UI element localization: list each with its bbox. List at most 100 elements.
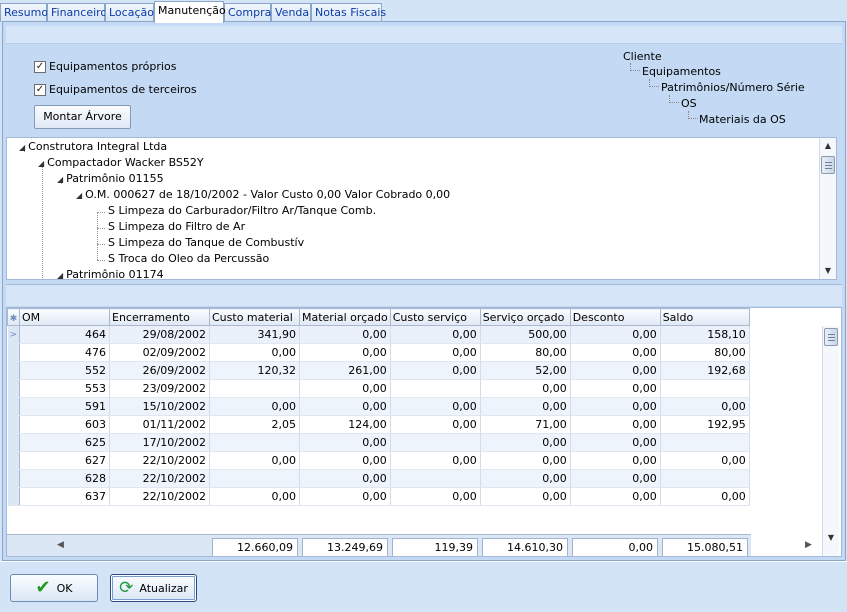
cell-material-budget[interactable]: 0,00 [299,469,391,488]
cell-service-cost[interactable] [390,379,481,398]
cell-service-budget[interactable]: 80,00 [480,343,571,362]
column-header-service-budget[interactable]: Serviço orçado [479,308,571,326]
cell-material-cost[interactable]: 0,00 [209,397,300,416]
tree-node-material[interactable]: S Limpeza do Filtro de Ar [108,220,245,233]
cell-service-cost[interactable]: 0,00 [390,487,481,506]
table-row[interactable]: 591 15/10/2002 0,00 0,00 0,00 0,00 0,00 … [7,397,750,416]
orders-grid[interactable]: ✱ OM Encerramento Custo material Materia… [6,307,842,557]
ok-button[interactable]: ✔ OK [10,574,98,602]
row-indicator[interactable] [7,433,20,452]
cell-service-budget[interactable]: 71,00 [480,415,571,434]
cell-material-cost[interactable]: 0,00 [209,487,300,506]
cell-service-cost[interactable]: 0,00 [390,451,481,470]
cell-service-cost[interactable]: 0,00 [390,343,481,362]
cell-service-cost[interactable]: 0,00 [390,397,481,416]
cell-material-cost[interactable] [209,469,300,488]
cell-balance[interactable]: 80,00 [660,343,750,362]
cell-discount[interactable]: 0,00 [570,379,661,398]
cell-balance[interactable] [660,379,750,398]
column-header-discount[interactable]: Desconto [569,308,661,326]
column-header-balance[interactable]: Saldo [659,308,750,326]
cell-balance[interactable]: 158,10 [660,325,750,344]
cell-om[interactable]: 627 [19,451,110,470]
cell-closing[interactable]: 15/10/2002 [109,397,210,416]
grid-horizontal-scrollbar[interactable]: ◀ ▶ [43,540,823,554]
row-indicator[interactable] [7,469,20,488]
scroll-down-icon[interactable]: ▼ [823,531,839,545]
tree-node-material[interactable]: S Limpeza do Tanque de Combustív [108,236,304,249]
scroll-right-icon[interactable]: ▶ [805,540,812,550]
cell-service-budget[interactable]: 500,00 [480,325,571,344]
table-row[interactable]: 603 01/11/2002 2,05 124,00 0,00 71,00 0,… [7,415,750,434]
cell-balance[interactable] [660,433,750,452]
tree-node-client[interactable]: ◢ Construtora Integral Ltda [19,140,167,153]
splitter-strip[interactable] [6,284,842,306]
tree-node-asset[interactable]: ◢ Patrimônio 01155 [57,172,164,185]
expanded-triangle-icon[interactable]: ◢ [38,159,44,168]
cell-discount[interactable]: 0,00 [570,487,661,506]
row-indicator[interactable] [7,451,20,470]
tree-node-equipment[interactable]: ◢ Compactador Wacker BS52Y [38,156,204,169]
cell-balance[interactable]: 0,00 [660,397,750,416]
cell-material-cost[interactable]: 2,05 [209,415,300,434]
cell-service-budget[interactable]: 0,00 [480,379,571,398]
expanded-triangle-icon[interactable]: ◢ [19,143,25,152]
cell-om[interactable]: 553 [19,379,110,398]
cell-closing[interactable]: 22/10/2002 [109,469,210,488]
cell-balance[interactable]: 192,95 [660,415,750,434]
row-indicator[interactable] [7,487,20,506]
cell-balance[interactable]: 0,00 [660,451,750,470]
cell-material-cost[interactable]: 0,00 [209,343,300,362]
cell-discount[interactable]: 0,00 [570,343,661,362]
tab-resumo[interactable]: Resumo [0,3,48,22]
third-party-equipment-checkbox[interactable]: ✓ Equipamentos de terceiros [34,83,197,96]
own-equipment-checkbox[interactable]: ✓ Equipamentos próprios [34,60,176,73]
column-header-material-budget[interactable]: Material orçado [299,308,391,326]
scrollbar-thumb[interactable] [824,328,838,346]
table-row[interactable]: 553 23/09/2002 0,00 0,00 0,00 [7,379,750,398]
cell-closing[interactable]: 23/09/2002 [109,379,210,398]
cell-om[interactable]: 637 [19,487,110,506]
row-indicator[interactable] [7,415,20,434]
grid-vertical-scrollbar[interactable]: ▼ [822,326,839,556]
tab-compra[interactable]: Compra [224,3,271,22]
cell-closing[interactable]: 17/10/2002 [109,433,210,452]
tab-manutencao[interactable]: Manutenção [154,1,226,23]
cell-material-cost[interactable]: 0,00 [209,451,300,470]
cell-material-budget[interactable]: 0,00 [299,487,391,506]
cell-service-cost[interactable] [390,469,481,488]
table-row[interactable]: > 464 29/08/2002 341,90 0,00 0,00 500,00… [7,325,750,344]
cell-om[interactable]: 628 [19,469,110,488]
cell-om[interactable]: 552 [19,361,110,380]
tree-node-asset[interactable]: ◢ Patrimônio 01174 [57,268,164,279]
cell-om[interactable]: 625 [19,433,110,452]
column-header-material-cost[interactable]: Custo material [209,308,300,326]
row-indicator[interactable]: > [7,325,20,344]
cell-discount[interactable]: 0,00 [570,415,661,434]
cell-service-budget[interactable]: 0,00 [480,397,571,416]
expanded-triangle-icon[interactable]: ◢ [57,175,63,184]
cell-om[interactable]: 476 [19,343,110,362]
cell-material-cost[interactable] [209,433,300,452]
refresh-button[interactable]: ⟳ Atualizar [110,574,197,602]
tree-node-order[interactable]: ◢ O.M. 000627 de 18/10/2002 - Valor Custo… [76,188,450,201]
tab-venda[interactable]: Venda [271,3,311,22]
expanded-triangle-icon[interactable]: ◢ [57,271,63,279]
cell-discount[interactable]: 0,00 [570,469,661,488]
cell-material-cost[interactable] [209,379,300,398]
table-row[interactable]: 552 26/09/2002 120,32 261,00 0,00 52,00 … [7,361,750,380]
cell-discount[interactable]: 0,00 [570,433,661,452]
cell-material-budget[interactable]: 261,00 [299,361,391,380]
equipment-tree[interactable]: ◢ Construtora Integral Ltda ◢ Compactador … [6,137,837,280]
cell-material-budget[interactable]: 0,00 [299,397,391,416]
row-indicator[interactable] [7,379,20,398]
cell-service-budget[interactable]: 0,00 [480,469,571,488]
cell-material-budget[interactable]: 0,00 [299,343,391,362]
cell-service-budget[interactable]: 0,00 [480,487,571,506]
cell-material-budget[interactable]: 0,00 [299,325,391,344]
cell-balance[interactable]: 0,00 [660,487,750,506]
cell-material-cost[interactable]: 120,32 [209,361,300,380]
cell-service-cost[interactable]: 0,00 [390,325,481,344]
cell-material-budget[interactable]: 124,00 [299,415,391,434]
cell-discount[interactable]: 0,00 [570,325,661,344]
